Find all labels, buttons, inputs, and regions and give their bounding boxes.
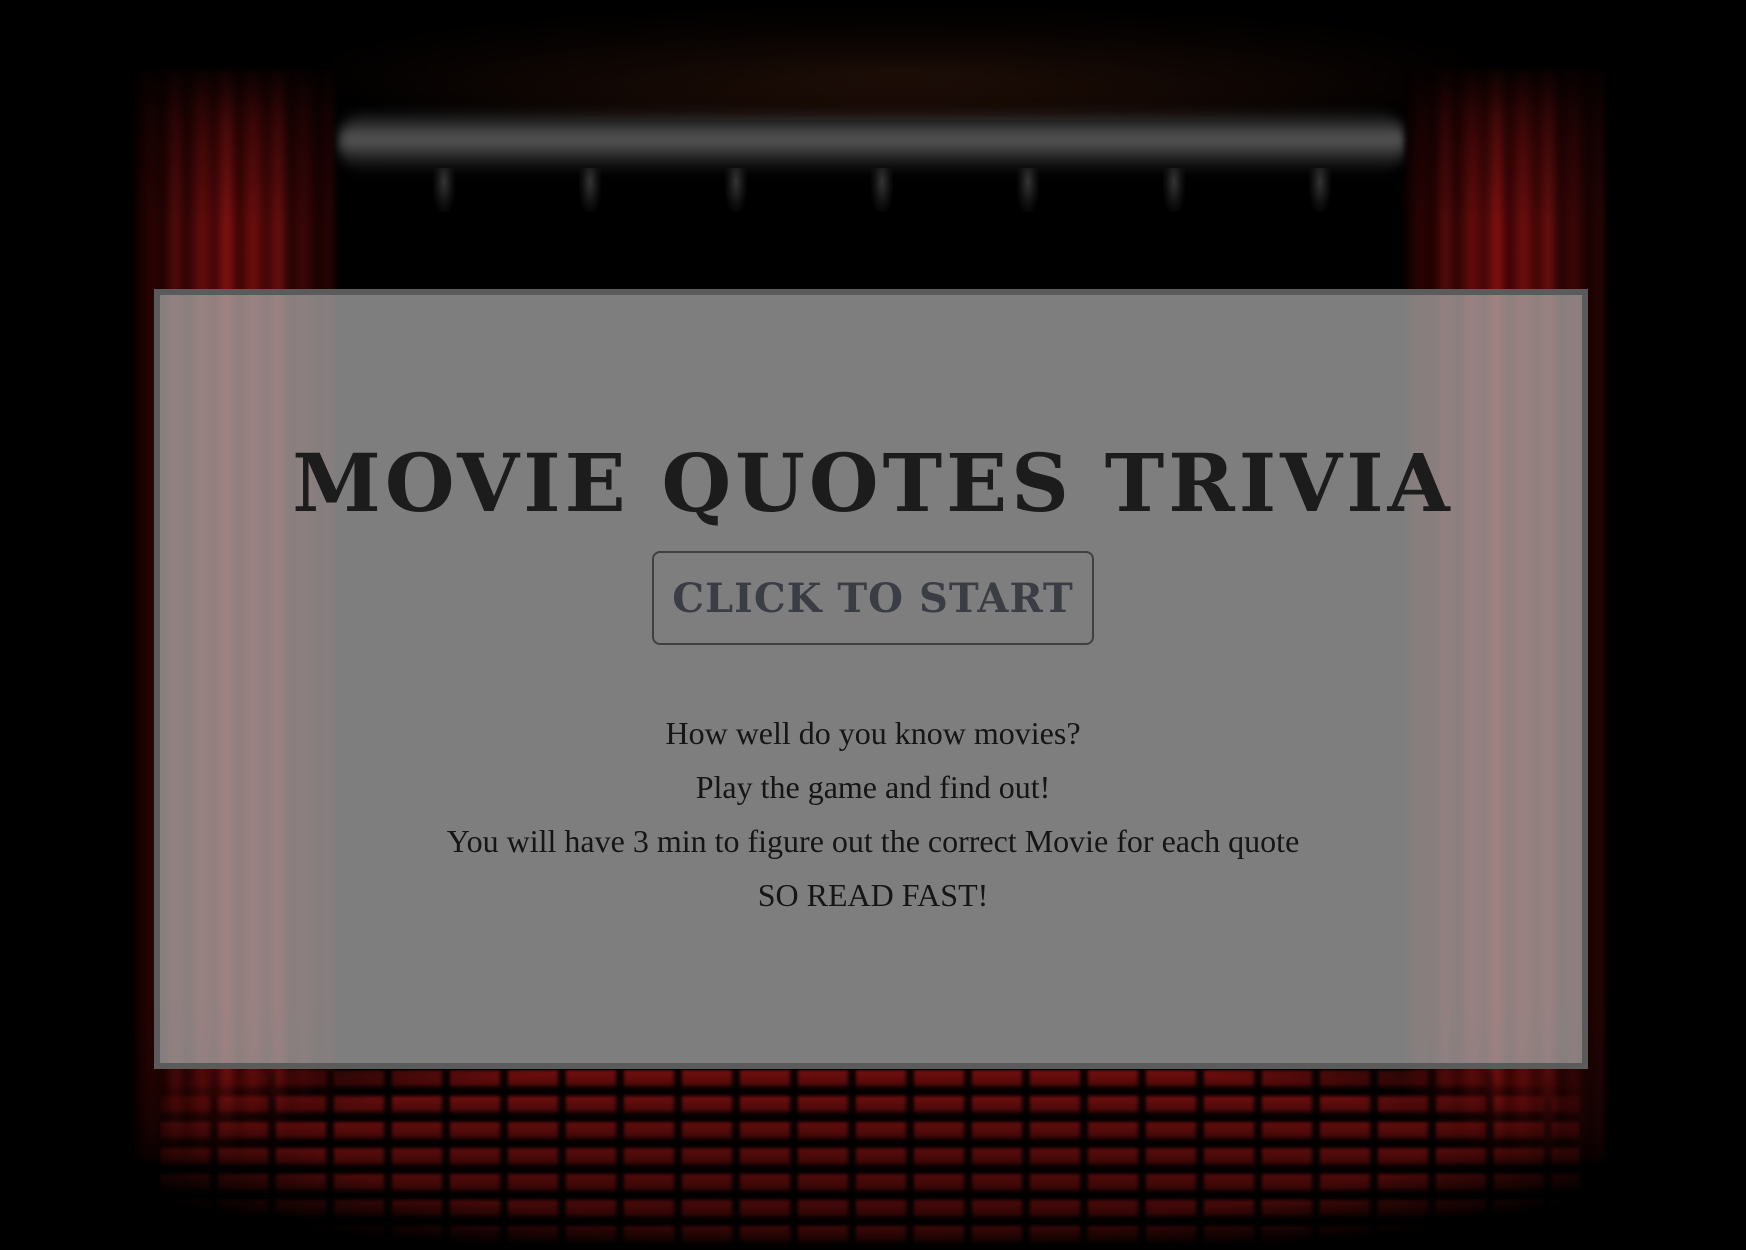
intro-line: How well do you know movies?	[665, 715, 1081, 751]
intro-line: You will have 3 min to figure out the co…	[446, 823, 1300, 859]
theater-seats	[160, 1070, 1580, 1250]
spotlight-icon	[871, 168, 893, 212]
start-button[interactable]: CLICK TO START	[652, 551, 1094, 645]
intro-line: SO READ FAST!	[757, 877, 989, 913]
stage-light-bar	[338, 112, 1408, 172]
spotlight-icon	[1017, 168, 1039, 212]
spotlight-icon	[433, 168, 455, 212]
spotlight-icon	[579, 168, 601, 212]
intro-line: Play the game and find out!	[695, 769, 1051, 805]
spotlight-icon	[725, 168, 747, 212]
stage-valance	[330, 0, 1470, 120]
intro-panel	[154, 289, 1588, 1069]
theater-background: MOVIE QUOTES TRIVIA CLICK TO START How w…	[0, 0, 1746, 1250]
spotlight-icon	[1309, 168, 1331, 212]
game-title: MOVIE QUOTES TRIVIA	[292, 436, 1454, 530]
spotlight-icon	[1163, 168, 1185, 212]
intro-text: How well do you know movies? Play the ga…	[0, 706, 1746, 922]
